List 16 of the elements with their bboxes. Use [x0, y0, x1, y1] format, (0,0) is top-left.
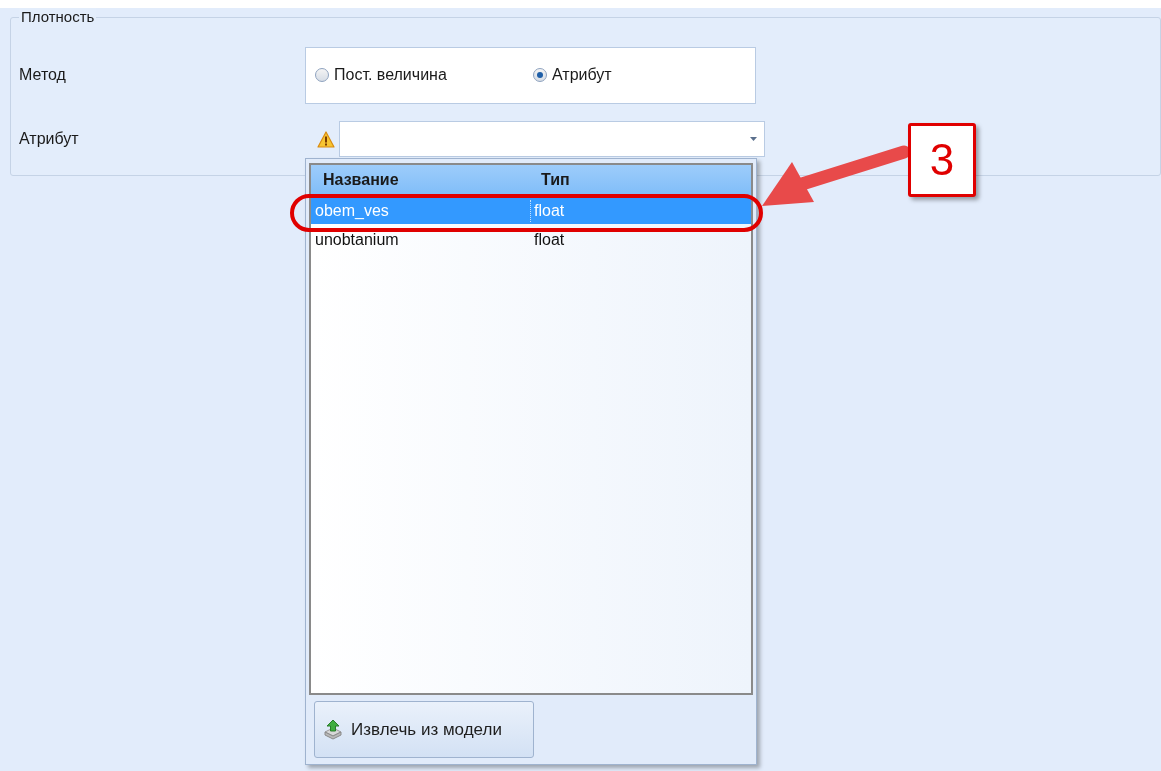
table-cell: obem_ves	[311, 199, 531, 222]
column-header[interactable]: Название	[323, 168, 541, 192]
attribute-combo[interactable]	[339, 121, 765, 157]
extract-button[interactable]: Извлечь из модели	[314, 701, 534, 758]
column-header[interactable]: Тип	[541, 168, 570, 192]
radio-option[interactable]: Пост. величина	[315, 63, 533, 87]
extract-icon	[323, 718, 343, 741]
table-cell-text: float	[533, 200, 565, 221]
dropdown-caret-icon	[750, 137, 757, 141]
table-cell-text: unobtanium	[314, 229, 400, 250]
list-row[interactable]: unobtanium float	[311, 226, 751, 253]
field-label: Метод	[19, 65, 67, 85]
field-label: Атрибут	[19, 129, 80, 149]
step-number: 3	[908, 123, 976, 197]
table-cell-text: float	[533, 229, 565, 250]
radio-option[interactable]: Атрибут	[533, 63, 612, 87]
